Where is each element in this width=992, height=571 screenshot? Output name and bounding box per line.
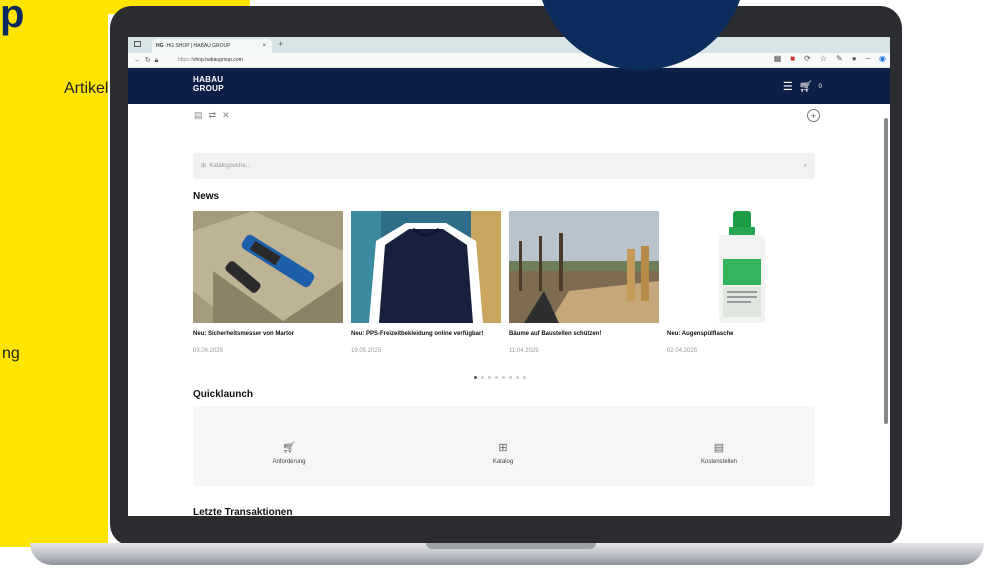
news-card-date: 19.05.2025: [351, 348, 382, 354]
nav-buttons: ← ↻ 🔒︎: [134, 56, 158, 65]
header-actions: ☰ 🛒︎ 0: [783, 80, 822, 93]
tab-title: HG SHOP | HABAU GROUP: [166, 43, 231, 49]
profile-icon[interactable]: ●: [852, 54, 857, 63]
news-card[interactable]: Bäume auf Baustellen schützen! 11.04.202…: [509, 211, 659, 354]
news-card-date: 03.06.2025: [193, 348, 224, 354]
news-title: News: [193, 191, 220, 202]
laptop-screen: HG HG SHOP | HABAU GROUP × + ← ↻ 🔒︎ http…: [128, 37, 890, 516]
news-card[interactable]: Neu: PPS-Freizeitbekleidung online verfü…: [351, 211, 501, 354]
menu-icon[interactable]: ☰: [783, 80, 793, 93]
grid-icon: ⊞: [498, 442, 508, 454]
back-icon[interactable]: ←: [134, 57, 141, 64]
browser-toolbar-icons: ▦ ■ ⟳ ☆ ✎ ● – ◉: [774, 54, 886, 63]
browser-logo-icon[interactable]: ◉: [879, 54, 886, 63]
news-card-date: 02.04.2025: [667, 348, 698, 354]
news-card-date: 11.04.2025: [509, 348, 539, 354]
backdrop-heading-fragment: p: [0, 0, 25, 36]
news-card-title: Bäume auf Baustellen schützen!: [509, 331, 602, 337]
backdrop-text-artikel: Artikel: [64, 80, 109, 97]
grid-extension-icon[interactable]: ▦: [774, 54, 782, 63]
red-extension-icon[interactable]: ■: [790, 54, 795, 63]
news-card-title: Neu: PPS-Freizeitbekleidung online verfü…: [351, 331, 484, 337]
page-scrollbar[interactable]: [884, 118, 888, 424]
cart-icon: 🛒︎: [282, 442, 296, 454]
carousel-dot[interactable]: [502, 376, 505, 379]
cart-icon[interactable]: 🛒︎: [799, 80, 813, 93]
reload-icon[interactable]: ↻: [145, 57, 151, 64]
lock-icon: 🔒︎: [154, 57, 159, 64]
carousel-pagination: [474, 376, 526, 379]
news-image-eyewash: [667, 211, 817, 323]
news-card[interactable]: Neu: Augenspülflasche 02.04.2025: [667, 211, 817, 354]
backdrop-text-ng: ng: [2, 345, 20, 362]
carousel-dot[interactable]: [481, 376, 484, 379]
carousel-dot[interactable]: [488, 376, 491, 379]
carousel-dot[interactable]: [523, 376, 526, 379]
laptop-notch: [426, 543, 596, 549]
carousel-dot[interactable]: [516, 376, 519, 379]
catalog-search-input[interactable]: ⊞ Katalogsuche... ⌕: [193, 153, 815, 179]
grid-icon: ⊞: [201, 163, 207, 169]
carousel-dot[interactable]: [495, 376, 498, 379]
new-tab-button[interactable]: +: [278, 39, 283, 49]
view-toolbar-icons: ▤ ⇄ ✕: [194, 110, 230, 121]
search-icon[interactable]: ⌕: [804, 153, 807, 179]
news-card-title: Neu: Augenspülflasche: [667, 331, 734, 337]
news-image-trees: [509, 211, 659, 323]
window-menu-icon[interactable]: [134, 41, 141, 47]
add-button[interactable]: +: [807, 109, 820, 122]
tab-close-icon[interactable]: ×: [262, 43, 266, 49]
close-icon[interactable]: ✕: [222, 110, 230, 121]
url-field[interactable]: https://shop.habaugroup.com: [178, 57, 243, 63]
table-icon: ▤: [713, 442, 725, 454]
browser-tabbar: HG HG SHOP | HABAU GROUP × +: [128, 37, 890, 53]
minimize-icon[interactable]: –: [866, 54, 870, 63]
news-image-sweater: [351, 211, 501, 323]
tab-favicon: HG: [156, 43, 164, 49]
quicklaunch-katalog[interactable]: ⊞ Katalog: [443, 441, 563, 465]
refresh-extension-icon[interactable]: ⟳: [804, 54, 811, 63]
news-image-knife: [193, 211, 343, 323]
habau-logo[interactable]: HABAU GROUP: [193, 75, 224, 93]
quicklaunch-kostenstellen[interactable]: ▤ Kostenstellen: [659, 441, 779, 465]
transactions-title: Letzte Transaktionen: [193, 507, 293, 516]
site-header: HABAU GROUP ☰ 🛒︎ 0: [128, 68, 890, 104]
carousel-dot[interactable]: [509, 376, 512, 379]
puzzle-icon[interactable]: ✎: [836, 54, 843, 63]
swap-icon[interactable]: ⇄: [209, 110, 217, 121]
quicklaunch-panel: 🛒︎ Anforderung ⊞ Katalog ▤ Kostenstellen: [193, 406, 815, 486]
cart-count: 0: [818, 83, 822, 90]
browser-addressbar: ← ↻ 🔒︎ https://shop.habaugroup.com ▦ ■ ⟳…: [128, 53, 890, 68]
favorite-icon[interactable]: ☆: [820, 54, 827, 63]
browser-tab[interactable]: HG HG SHOP | HABAU GROUP ×: [152, 39, 272, 53]
table-view-icon[interactable]: ▤: [194, 110, 203, 121]
view-toolbar: ▤ ⇄ ✕ +: [128, 104, 890, 126]
carousel-dot[interactable]: [474, 376, 477, 379]
search-placeholder: Katalogsuche...: [209, 163, 251, 169]
quicklaunch-anforderung[interactable]: 🛒︎ Anforderung: [229, 441, 349, 465]
news-carousel: Neu: Sicherheitsmesser von Martor 03.06.…: [193, 211, 821, 391]
news-card[interactable]: Neu: Sicherheitsmesser von Martor 03.06.…: [193, 211, 343, 354]
news-card-title: Neu: Sicherheitsmesser von Martor: [193, 331, 295, 337]
quicklaunch-title: Quicklaunch: [193, 389, 254, 400]
